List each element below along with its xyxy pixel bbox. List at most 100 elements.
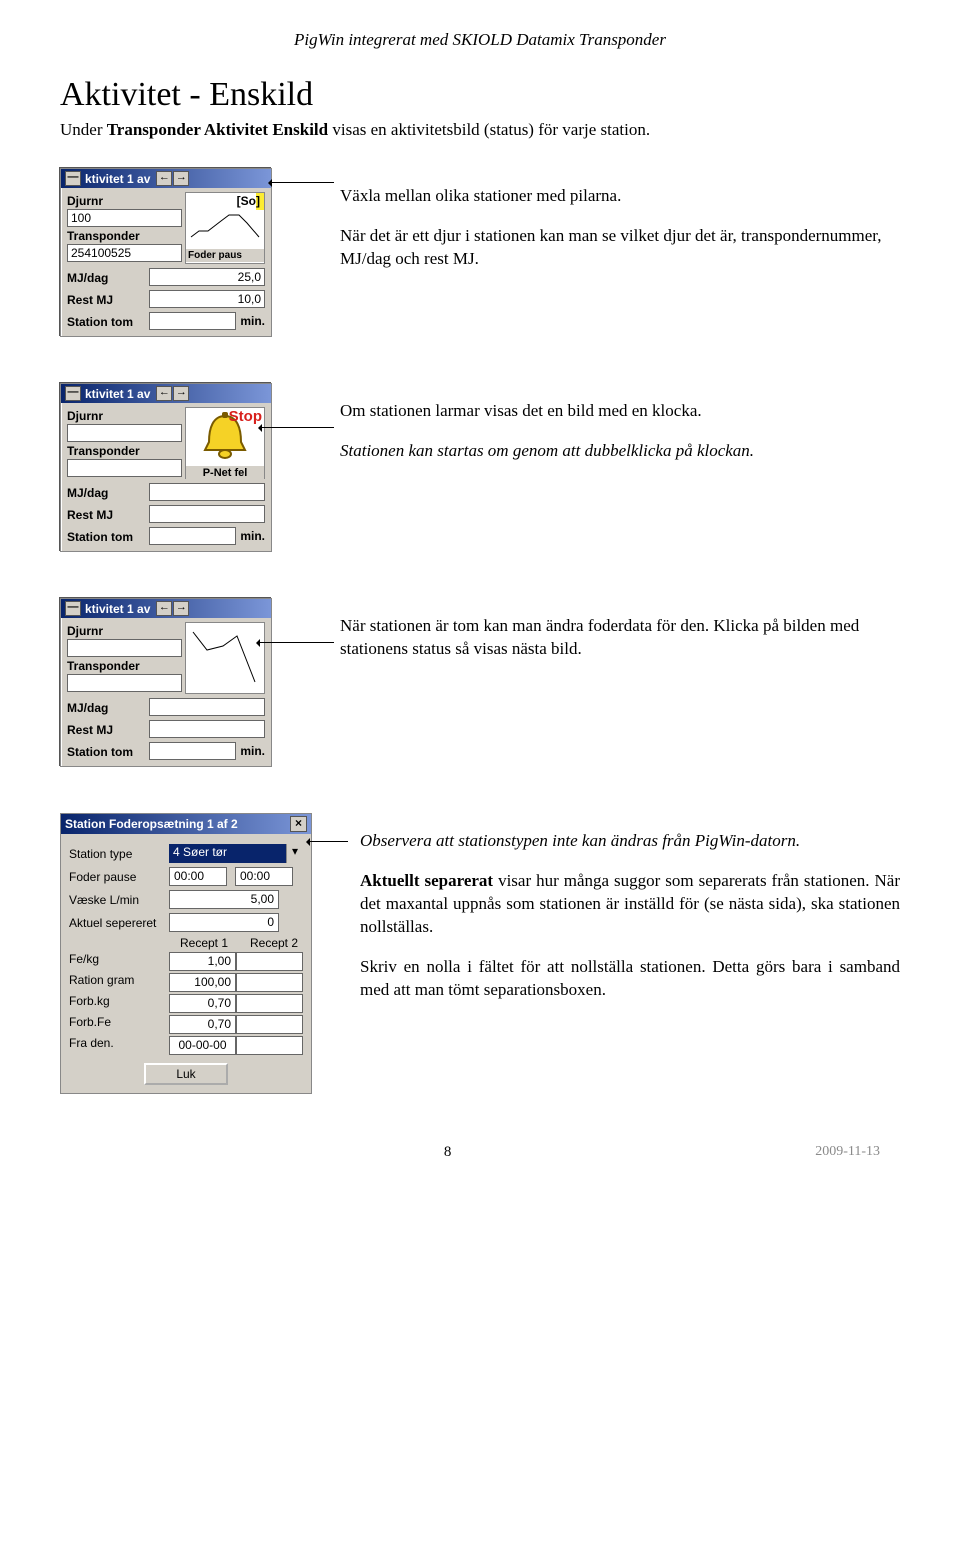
nav-prev-icon[interactable]: ←: [156, 601, 172, 616]
djurnr-field[interactable]: 100: [67, 209, 182, 227]
para-3a: Om stationen larmar visas det en bild me…: [340, 400, 900, 423]
title-text-3: ktivitet 1 av: [85, 602, 150, 616]
ration-field-2[interactable]: [236, 973, 303, 992]
para-1: Växla mellan olika stationer med pilarna…: [340, 185, 900, 208]
stationtom-field[interactable]: [149, 312, 236, 330]
fekg-field[interactable]: 1,00: [169, 952, 236, 971]
nav-next-icon[interactable]: →: [173, 171, 189, 186]
titlebar-2[interactable]: — ktivitet 1 av ← →: [61, 384, 271, 403]
restmj-field-3[interactable]: [149, 720, 265, 738]
pnet-error-label: P-Net fel: [186, 466, 264, 480]
restmj-label: Rest MJ: [67, 508, 149, 522]
page-title: Aktivitet - Enskild: [60, 76, 900, 114]
intro-pre: Under: [60, 120, 107, 139]
luk-button[interactable]: Luk: [144, 1063, 228, 1085]
stop-label: Stop: [229, 408, 262, 425]
nav-prev-icon[interactable]: ←: [156, 386, 172, 401]
fraden-field-2[interactable]: [236, 1036, 303, 1055]
nav-next-icon[interactable]: →: [173, 601, 189, 616]
vaeske-label: Væske L/min: [69, 893, 169, 907]
ration-field[interactable]: 100,00: [169, 973, 236, 992]
transponder-field-2[interactable]: [67, 459, 182, 477]
stationtom-field-3[interactable]: [149, 742, 236, 760]
mjdag-field-3[interactable]: [149, 698, 265, 716]
so-label: [So]: [237, 194, 260, 208]
stationtype-dropdown[interactable]: 4 Søer tør ▾: [169, 844, 303, 863]
vaeske-field[interactable]: 5,00: [169, 890, 279, 909]
fraden-label: Fra den.: [69, 1036, 169, 1055]
min-label: min.: [240, 314, 265, 328]
section-4: Station Foderopsætning 1 af 2 × Station …: [60, 813, 900, 1094]
restmj-label: Rest MJ: [67, 293, 149, 307]
nav-next-icon[interactable]: →: [173, 386, 189, 401]
stationtom-field-2[interactable]: [149, 527, 236, 545]
aktuel-field[interactable]: 0: [169, 913, 279, 932]
fekg-label: Fe/kg: [69, 952, 169, 971]
foder-titlebar[interactable]: Station Foderopsætning 1 af 2 ×: [61, 814, 311, 834]
min-label: min.: [240, 744, 265, 758]
page-number: 8: [80, 1144, 815, 1161]
para-7: Skriv en nolla i fältet för att nollstäl…: [360, 956, 900, 1002]
transponder-label: Transponder: [67, 444, 182, 458]
close-icon[interactable]: ×: [290, 816, 307, 832]
djurnr-label: Djurnr: [67, 624, 182, 638]
transponder-field-3[interactable]: [67, 674, 182, 692]
title-text-1: ktivitet 1 av: [85, 172, 150, 186]
minimize-icon[interactable]: —: [65, 386, 81, 401]
min-label: min.: [240, 529, 265, 543]
foder-paus-label: Foder paus: [186, 249, 264, 262]
djurnr-field-3[interactable]: [67, 639, 182, 657]
fraden-field[interactable]: 00-00-00: [169, 1036, 236, 1055]
foderpause-label: Foder pause: [69, 870, 169, 884]
status-chart-empty-icon[interactable]: [185, 622, 265, 694]
djurnr-label: Djurnr: [67, 194, 182, 208]
restmj-label: Rest MJ: [67, 723, 149, 737]
status-chart-icon[interactable]: [So] Foder paus: [185, 192, 265, 264]
section-3: — ktivitet 1 av ← → Djurnr Transponder: [60, 598, 900, 767]
transponder-field[interactable]: 254100525: [67, 244, 182, 262]
stationtype-value: 4 Søer tør: [169, 844, 286, 863]
titlebar-1[interactable]: — ktivitet 1 av ← →: [61, 169, 271, 188]
minimize-icon[interactable]: —: [65, 601, 81, 616]
forbkg-label: Forb.kg: [69, 994, 169, 1013]
chevron-down-icon[interactable]: ▾: [286, 844, 303, 863]
recept1-header: Recept 1: [169, 936, 239, 950]
djurnr-field-2[interactable]: [67, 424, 182, 442]
foderpause-field-1[interactable]: 00:00: [169, 867, 227, 886]
foder-title-text: Station Foderopsætning 1 af 2: [65, 817, 238, 831]
forbfe-field-2[interactable]: [236, 1015, 303, 1034]
restmj-field[interactable]: 10,0: [149, 290, 265, 308]
nav-prev-icon[interactable]: ←: [156, 171, 172, 186]
stationtom-label: Station tom: [67, 530, 149, 544]
foder-setup-panel: Station Foderopsætning 1 af 2 × Station …: [60, 813, 312, 1094]
stationtom-label: Station tom: [67, 315, 149, 329]
restmj-field-2[interactable]: [149, 505, 265, 523]
stationtom-label: Station tom: [67, 745, 149, 759]
forbkg-field-2[interactable]: [236, 994, 303, 1013]
mjdag-field-2[interactable]: [149, 483, 265, 501]
para6-bold: Aktuellt separerat: [360, 871, 493, 890]
activity-panel-3: — ktivitet 1 av ← → Djurnr Transponder: [60, 598, 272, 767]
forbfe-field[interactable]: 0,70: [169, 1015, 236, 1034]
para-5: Observera att stationstypen inte kan änd…: [360, 830, 900, 853]
page-footer: 8 2009-11-13: [60, 1144, 900, 1161]
section-2: — ktivitet 1 av ← → Djurnr Transponder: [60, 383, 900, 552]
alarm-bell-icon[interactable]: Stop P-Net fel: [185, 407, 265, 479]
minimize-icon[interactable]: —: [65, 171, 81, 186]
forbkg-field[interactable]: 0,70: [169, 994, 236, 1013]
para-2: När det är ett djur i stationen kan man …: [340, 225, 900, 271]
foderpause-field-2[interactable]: 00:00: [235, 867, 293, 886]
aktuel-label: Aktuel sepereret: [69, 916, 169, 930]
mjdag-field[interactable]: 25,0: [149, 268, 265, 286]
transponder-label: Transponder: [67, 659, 182, 673]
stationtype-label: Station type: [69, 847, 169, 861]
recept2-header: Recept 2: [239, 936, 309, 950]
transponder-label: Transponder: [67, 229, 182, 243]
activity-panel-1: — ktivitet 1 av ← → Djurnr 100 Transpond…: [60, 168, 272, 337]
intro: Under Transponder Aktivitet Enskild visa…: [60, 120, 900, 140]
fekg-field-2[interactable]: [236, 952, 303, 971]
forbfe-label: Forb.Fe: [69, 1015, 169, 1034]
djurnr-label: Djurnr: [67, 409, 182, 423]
titlebar-3[interactable]: — ktivitet 1 av ← →: [61, 599, 271, 618]
intro-post: visas en aktivitetsbild (status) för var…: [328, 120, 650, 139]
